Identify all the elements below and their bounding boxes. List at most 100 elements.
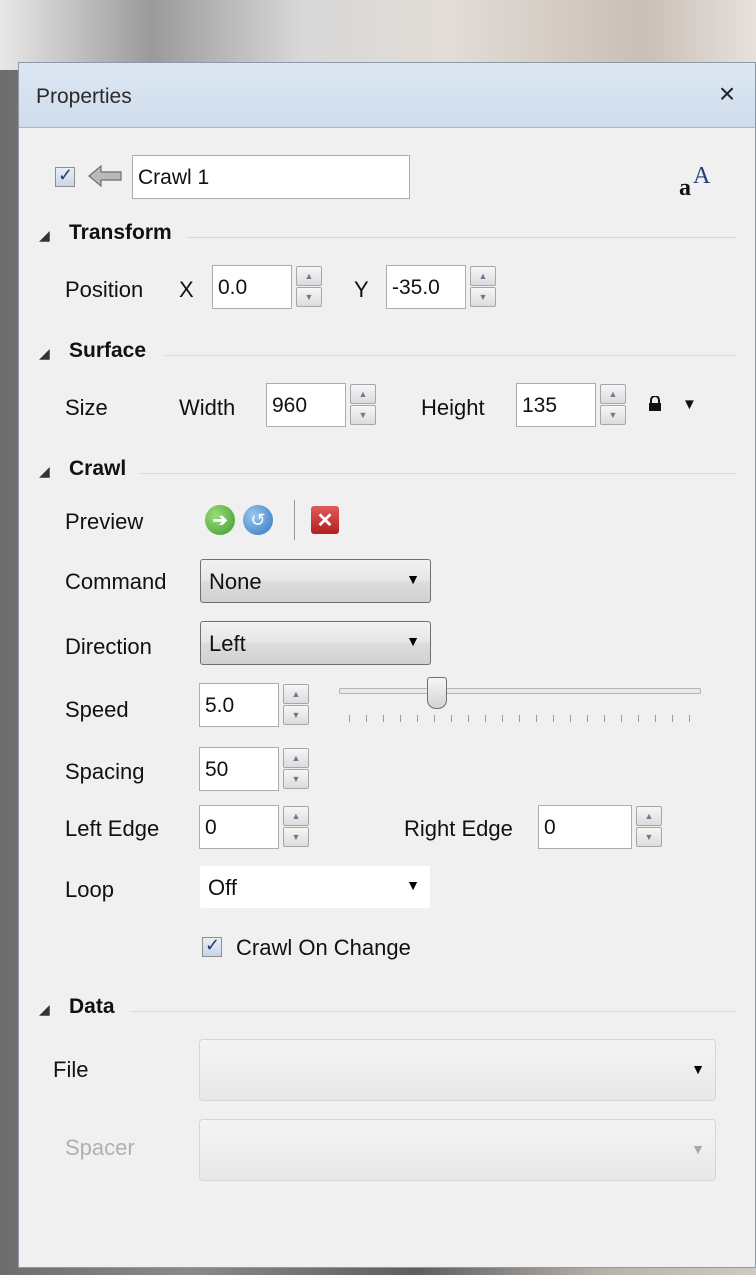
slider-thumb[interactable] <box>427 677 448 709</box>
x-label: X <box>179 277 194 302</box>
spacer-select: ▼ <box>199 1119 716 1181</box>
section-transform[interactable]: ◢ Transform <box>19 221 756 251</box>
speed-label: Speed <box>65 697 129 722</box>
height-stepper[interactable]: ▲ ▼ <box>600 383 628 427</box>
section-crawl[interactable]: ◢ Crawl <box>19 457 756 487</box>
section-title: Transform <box>69 221 172 244</box>
file-select[interactable]: ▼ <box>199 1039 716 1101</box>
size-label: Size <box>65 395 108 420</box>
spin-up-icon[interactable]: ▲ <box>283 684 309 704</box>
spin-up-icon[interactable]: ▲ <box>636 806 662 826</box>
position-y-stepper[interactable]: ▲ ▼ <box>470 265 498 309</box>
slider-track <box>339 688 701 694</box>
section-divider <box>131 1011 737 1012</box>
slider-tick <box>689 715 690 722</box>
collapse-triangle-icon: ◢ <box>39 1001 50 1017</box>
slider-tick <box>417 715 418 722</box>
spacing-input[interactable]: 50 <box>199 747 279 791</box>
direction-value: Left <box>209 631 246 656</box>
speed-stepper[interactable]: ▲ ▼ <box>283 683 311 727</box>
command-label: Command <box>65 569 167 594</box>
spin-up-icon[interactable]: ▲ <box>283 806 309 826</box>
chevron-down-icon: ▼ <box>406 633 420 649</box>
right-edge-input[interactable]: 0 <box>538 805 632 849</box>
height-label: Height <box>421 395 485 420</box>
width-label: Width <box>179 395 236 420</box>
reset-icon[interactable]: ↺ <box>243 505 273 535</box>
properties-panel: Properties × ✓ Crawl 1 a A ◢ Transform P… <box>18 62 756 1268</box>
check-icon: ✓ <box>205 935 221 955</box>
slider-tick <box>553 715 554 722</box>
font-icon[interactable]: a A <box>679 161 719 201</box>
width-input[interactable]: 960 <box>266 383 346 427</box>
slider-tick <box>519 715 520 722</box>
position-x-stepper[interactable]: ▲ ▼ <box>296 265 324 309</box>
slider-tick <box>587 715 588 722</box>
position-y-value: -35.0 <box>392 276 440 299</box>
slider-tick <box>400 715 401 722</box>
spin-up-icon[interactable]: ▲ <box>470 266 496 286</box>
file-label: File <box>53 1057 89 1082</box>
lock-icon[interactable] <box>648 396 662 412</box>
layer-name-input[interactable]: Crawl 1 <box>132 155 410 199</box>
collapse-triangle-icon: ◢ <box>39 227 50 243</box>
visible-checkbox[interactable]: ✓ <box>55 165 75 187</box>
direction-select[interactable]: Left ▼ <box>200 621 431 665</box>
spin-up-icon[interactable]: ▲ <box>283 748 309 768</box>
toolbar-divider <box>294 500 295 540</box>
command-select[interactable]: None ▼ <box>200 559 431 603</box>
height-input[interactable]: 135 <box>516 383 596 427</box>
loop-select[interactable]: Off ▼ <box>199 865 431 909</box>
slider-tick <box>434 715 435 722</box>
crawl-on-change-checkbox[interactable]: ✓ <box>202 935 222 957</box>
left-edge-label: Left Edge <box>65 816 160 841</box>
slider-tick <box>536 715 537 722</box>
position-y-input[interactable]: -35.0 <box>386 265 466 309</box>
position-x-input[interactable]: 0.0 <box>212 265 292 309</box>
right-edge-stepper[interactable]: ▲ ▼ <box>636 805 664 849</box>
close-button[interactable]: × <box>713 79 741 109</box>
crawl-on-change-label[interactable]: Crawl On Change <box>236 935 411 961</box>
stop-icon[interactable]: ✕ <box>311 506 339 534</box>
spacing-label: Spacing <box>65 759 145 784</box>
section-surface[interactable]: ◢ Surface <box>19 339 756 369</box>
section-data[interactable]: ◢ Data <box>19 995 756 1025</box>
play-icon[interactable]: ➔ <box>205 505 235 535</box>
slider-tick <box>366 715 367 722</box>
spin-up-icon[interactable]: ▲ <box>350 384 376 404</box>
spin-down-icon[interactable]: ▼ <box>296 287 322 307</box>
width-stepper[interactable]: ▲ ▼ <box>350 383 378 427</box>
spin-up-icon[interactable]: ▲ <box>600 384 626 404</box>
speed-value: 5.0 <box>205 694 235 717</box>
slider-tick <box>349 715 350 722</box>
spin-down-icon[interactable]: ▼ <box>470 287 496 307</box>
spin-down-icon[interactable]: ▼ <box>600 405 626 425</box>
spin-down-icon[interactable]: ▼ <box>283 827 309 847</box>
section-title: Surface <box>69 339 147 362</box>
slider-tick <box>604 715 605 722</box>
slider-tick <box>383 715 384 722</box>
spin-down-icon[interactable]: ▼ <box>283 769 309 789</box>
direction-label: Direction <box>65 634 152 659</box>
command-value: None <box>209 569 262 594</box>
spin-down-icon[interactable]: ▼ <box>636 827 662 847</box>
aspect-dropdown-icon[interactable]: ▼ <box>682 396 697 413</box>
back-arrow-icon[interactable] <box>87 163 125 189</box>
spin-down-icon[interactable]: ▼ <box>283 705 309 725</box>
speed-input[interactable]: 5.0 <box>199 683 279 727</box>
spacing-stepper[interactable]: ▲ ▼ <box>283 747 311 791</box>
section-divider <box>165 355 737 356</box>
spin-up-icon[interactable]: ▲ <box>296 266 322 286</box>
left-edge-stepper[interactable]: ▲ ▼ <box>283 805 311 849</box>
right-edge-label: Right Edge <box>404 816 513 841</box>
slider-tick <box>570 715 571 722</box>
left-edge-input[interactable]: 0 <box>199 805 279 849</box>
layer-name-value: Crawl 1 <box>138 166 210 189</box>
position-label: Position <box>65 277 144 302</box>
spacer-label: Spacer <box>65 1135 135 1160</box>
speed-slider[interactable] <box>339 677 703 733</box>
slider-tick <box>621 715 622 722</box>
spin-down-icon[interactable]: ▼ <box>350 405 376 425</box>
desktop-backdrop-top <box>0 0 756 70</box>
y-label: Y <box>354 277 369 302</box>
